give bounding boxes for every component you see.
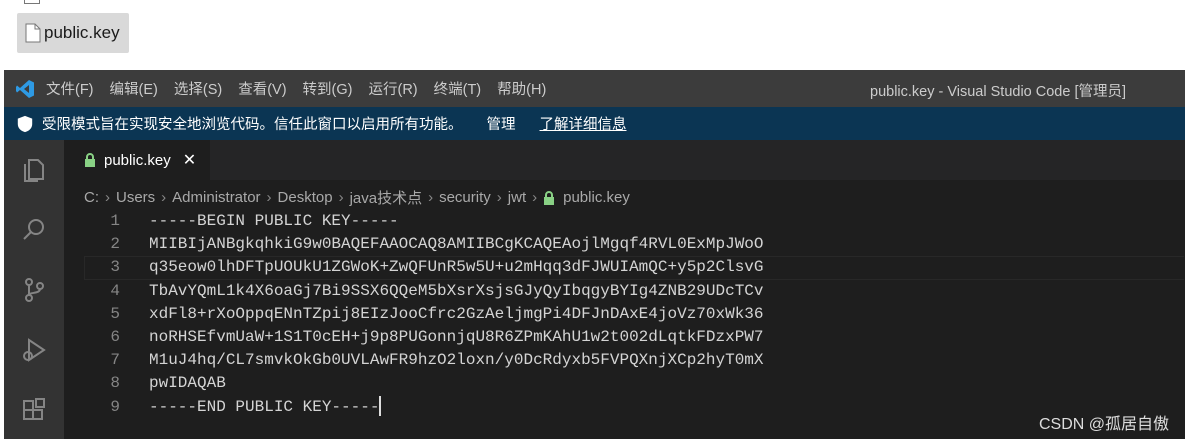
file-icon-partial bbox=[24, 0, 40, 4]
explorer-file-item[interactable]: public.key bbox=[17, 13, 129, 53]
menu-item[interactable]: 终端(T) bbox=[434, 82, 482, 98]
chevron-right-icon: › bbox=[338, 189, 344, 206]
line-text: xdFl8+rXoOppqENnTZpij8EIzJooCfrc2GzAeljm… bbox=[149, 304, 764, 323]
run-debug-icon[interactable] bbox=[4, 320, 64, 380]
line-number: 5 bbox=[110, 304, 120, 323]
tab-bar: public.key ✕ bbox=[64, 140, 1185, 180]
code-line: 8 pwIDAQAB bbox=[64, 372, 764, 395]
line-text: TbAvYQmL1k4X6oaGj7Bi9SSX6QQeM5bXsrXsjsGJ… bbox=[149, 281, 764, 300]
vscode-logo-icon bbox=[4, 79, 46, 99]
vscode-window: 文件(F) 编辑(E) 选择(S) 查看(V) 转到(G) 运行(R) 终端(T) 帮助(H)… bbox=[4, 70, 1185, 439]
breadcrumb-item[interactable]: Administrator bbox=[172, 189, 260, 206]
restricted-mode-banner: 受限模式旨在实现安全地浏览代码。信任此窗口以启用所有功能。 管理 了解详细信息 bbox=[4, 107, 1185, 140]
breadcrumb-item[interactable]: java技术点 bbox=[350, 187, 423, 208]
tab-public-key[interactable]: public.key ✕ bbox=[64, 140, 210, 180]
line-text: q35eow0lhDFTpUOUkU1ZGWoK+ZwQFUnR5w5U+u2m… bbox=[149, 258, 764, 277]
learn-more-link[interactable]: 了解详细信息 bbox=[540, 113, 627, 134]
code-line: 9 -----END PUBLIC KEY----- bbox=[64, 395, 764, 419]
code-line: 5 xdFl8+rXoOppqENnTZpij8EIzJooCfrc2GzAelj… bbox=[64, 303, 764, 326]
watermark: CSDN @孤居自傲 bbox=[1038, 416, 1169, 433]
chevron-right-icon: › bbox=[428, 189, 434, 206]
line-number: 3 bbox=[110, 258, 120, 277]
extensions-icon[interactable] bbox=[4, 380, 64, 440]
source-control-icon[interactable] bbox=[4, 260, 64, 320]
menu-item[interactable]: 转到(G) bbox=[303, 82, 353, 98]
code-line: 2 MIIBIjANBgkqhkiG9w0BAQEFAAOCAQ8AMIIBCgK… bbox=[64, 233, 764, 256]
breadcrumb-item[interactable]: C: bbox=[84, 189, 99, 206]
code-line: 7 M1uJ4hq/CL7smvkOkGb0UVLAwFR9hzO2loxn/y0… bbox=[64, 349, 764, 372]
line-text: MIIBIjANBgkqhkiG9w0BAQEFAAOCAQ8AMIIBCgKC… bbox=[149, 235, 764, 254]
code-line: 3 q35eow0lhDFTpUOUkU1ZGWoK+ZwQFUnR5w5U+u2… bbox=[64, 256, 764, 279]
chevron-right-icon: › bbox=[266, 189, 272, 206]
manage-link[interactable]: 管理 bbox=[487, 113, 516, 134]
close-tab-icon[interactable]: ✕ bbox=[183, 150, 196, 170]
lock-icon bbox=[544, 190, 555, 205]
line-number: 2 bbox=[110, 235, 120, 254]
file-icon bbox=[25, 23, 41, 43]
breadcrumb-item[interactable]: Desktop bbox=[278, 189, 333, 206]
line-text: -----END PUBLIC KEY----- bbox=[149, 397, 380, 416]
shield-icon bbox=[17, 115, 33, 132]
line-number: 1 bbox=[110, 212, 120, 230]
text-cursor bbox=[379, 395, 382, 416]
menu-item[interactable]: 文件(F) bbox=[46, 82, 94, 98]
breadcrumb-item[interactable]: Users bbox=[116, 189, 155, 206]
breadcrumb-item[interactable]: security bbox=[439, 189, 491, 206]
chevron-right-icon: › bbox=[496, 189, 502, 206]
breadcrumb-item[interactable]: public.key bbox=[563, 189, 630, 206]
line-text: -----BEGIN PUBLIC KEY----- bbox=[149, 212, 399, 230]
activity-bar bbox=[4, 140, 64, 439]
banner-text: 受限模式旨在实现安全地浏览代码。信任此窗口以启用所有功能。 bbox=[42, 117, 463, 133]
line-number: 8 bbox=[110, 374, 120, 393]
line-number: 7 bbox=[110, 351, 120, 370]
menu-bar: 文件(F) 编辑(E) 选择(S) 查看(V) 转到(G) 运行(R) 终端(T) 帮助(H) bbox=[46, 78, 562, 99]
menu-item[interactable]: 帮助(H) bbox=[497, 82, 546, 98]
chevron-right-icon: › bbox=[532, 189, 538, 206]
chevron-right-icon: › bbox=[161, 189, 167, 206]
breadcrumb-item[interactable]: jwt bbox=[508, 189, 526, 206]
title-bar: 文件(F) 编辑(E) 选择(S) 查看(V) 转到(G) 运行(R) 终端(T) 帮助(H)… bbox=[4, 70, 1185, 107]
file-name: public.key bbox=[44, 23, 120, 42]
chevron-right-icon: › bbox=[105, 189, 110, 206]
breadcrumb: C: › Users › Administrator › Desktop › java技术点 › s… bbox=[84, 187, 630, 208]
menu-item[interactable]: 查看(V) bbox=[238, 82, 286, 98]
menu-item[interactable]: 选择(S) bbox=[174, 82, 222, 98]
line-text: noRHSEfvmUaW+1S1T0cEH+j9p8PUGonnjqU8R6ZP… bbox=[149, 327, 764, 346]
line-number: 9 bbox=[110, 397, 120, 416]
menu-item[interactable]: 编辑(E) bbox=[110, 82, 158, 98]
search-icon[interactable] bbox=[4, 200, 64, 260]
code-line: 6 noRHSEfvmUaW+1S1T0cEH+j9p8PUGonnjqU8R6Z… bbox=[64, 326, 764, 349]
explorer-icon[interactable] bbox=[4, 140, 64, 200]
code-line: 4 TbAvYQmL1k4X6oaGj7Bi9SSX6QQeM5bXsrXsjsG… bbox=[64, 280, 764, 303]
editor[interactable]: 1 -----BEGIN PUBLIC KEY----- 2 MIIBIjANBgkq… bbox=[64, 210, 764, 419]
line-number: 4 bbox=[110, 281, 120, 300]
tab-label: public.key bbox=[104, 151, 171, 169]
line-text: M1uJ4hq/CL7smvkOkGb0UVLAwFR9hzO2loxn/y0D… bbox=[149, 351, 764, 370]
code-line: 1 -----BEGIN PUBLIC KEY----- bbox=[64, 210, 764, 233]
menu-item[interactable]: 运行(R) bbox=[368, 82, 417, 98]
lock-icon bbox=[85, 153, 95, 167]
line-text: pwIDAQAB bbox=[149, 374, 226, 393]
line-number: 6 bbox=[110, 327, 120, 346]
window-title: public.key - Visual Studio Code [管理员] bbox=[870, 84, 1127, 100]
